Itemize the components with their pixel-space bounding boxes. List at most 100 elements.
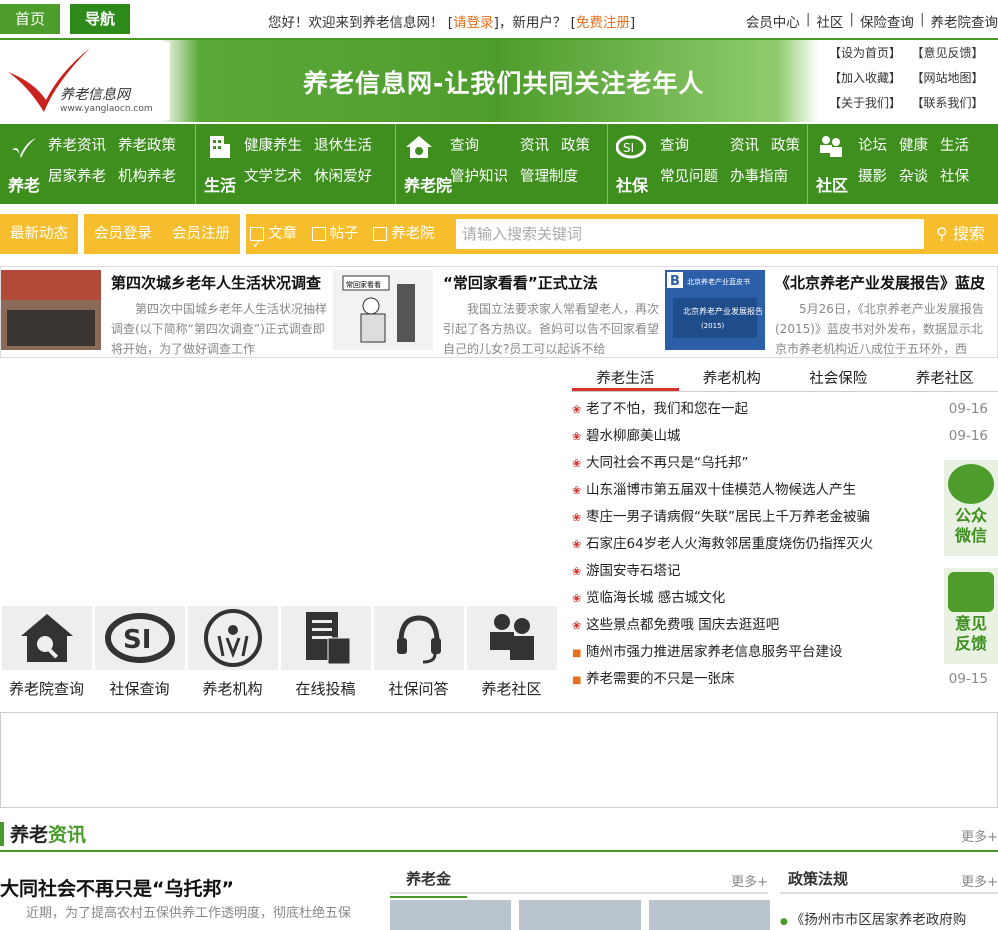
nav-link[interactable]: 养老政策 (118, 134, 176, 155)
feature-title[interactable]: 《北京养老产业发展报告》蓝皮 (775, 272, 991, 293)
nursing-home-query-link[interactable]: 养老院查询 (931, 11, 998, 31)
feature-item[interactable]: B北京养老产业蓝皮书北京养老产业发展报告(2015) 《北京养老产业发展报告》蓝… (665, 267, 997, 357)
more-link[interactable]: 更多+ (961, 826, 998, 845)
nav-link[interactable]: 政策 (561, 134, 590, 155)
feature-image[interactable]: B北京养老产业蓝皮书北京养老产业发展报告(2015) (665, 270, 765, 350)
nav-link[interactable]: 机构养老 (118, 165, 176, 186)
search-bar: 最新动态 会员登录 会员注册 文章 帖子 养老院 请输入搜索关键词 ⚲ 搜索 (0, 214, 998, 254)
nav-link[interactable]: 常见问题 (660, 165, 718, 186)
tab-community[interactable]: 养老社区 (892, 368, 998, 391)
headline-title[interactable]: 大同社会不再只是“乌托邦” (0, 874, 234, 901)
nav-link[interactable]: 健康养生 (244, 134, 302, 155)
list-item[interactable]: ❀这些景点都免费哦 国庆去逛逛吧 (572, 612, 998, 639)
tab-institutions[interactable]: 养老机构 (679, 368, 786, 391)
add-favorite-link[interactable]: 【加入收藏】 (829, 69, 912, 86)
feature-item[interactable]: 常回家看看 “常回家看看”正式立法 我国立法要求家人常看望老人，再次引起了各方热… (333, 267, 665, 357)
chat-bubble-icon (948, 572, 994, 612)
about-link[interactable]: 【关于我们】 (829, 94, 912, 111)
insurance-query-link[interactable]: 保险查询 (860, 11, 914, 31)
thumbnail[interactable] (519, 900, 640, 930)
category-nav: 养老 养老资讯 养老政策 居家养老 机构养老 生活 健康养生 退休生活 文学艺术… (0, 124, 998, 204)
nav-link[interactable]: 查询 (660, 134, 718, 155)
nav-link[interactable]: 文学艺术 (244, 165, 302, 186)
nav-link[interactable]: 政策 (771, 134, 800, 155)
sitemap-link[interactable]: 【网站地图】 (912, 69, 995, 86)
nursing-home-checkbox[interactable]: 养老院 (373, 214, 435, 254)
thumbnail[interactable] (649, 900, 770, 930)
latest-news-link[interactable]: 最新动态 (0, 214, 78, 254)
nav-link[interactable]: 退休生活 (314, 134, 372, 155)
community-link[interactable]: 社区 (816, 11, 843, 31)
register-link[interactable]: 免费注册 (576, 15, 630, 31)
nav-link[interactable]: 杂谈 (899, 165, 928, 186)
nav-link[interactable]: 休闲爱好 (314, 165, 372, 186)
nav-link[interactable]: 养老资讯 (48, 134, 106, 155)
wechat-float[interactable]: 公众微信 (944, 460, 998, 556)
service-social-security-query[interactable]: SI 社保查询 (93, 606, 186, 698)
column-title[interactable]: 养老金 (406, 868, 451, 889)
list-item[interactable]: 《扬州市市区居家养老政府购 (780, 908, 966, 928)
nav-group-title[interactable]: 社区 (816, 172, 848, 196)
feature-desc: 第四次中国城乡老年人生活状况抽样调查(以下简称“第四次调查”)正式调查即将开始，… (111, 299, 327, 359)
nav-group-title[interactable]: 社保 (616, 172, 648, 196)
pension-column: 养老金 更多+ (390, 864, 768, 894)
column-title[interactable]: 政策法规 (788, 868, 848, 889)
nav-link[interactable]: 社保 (940, 165, 969, 186)
member-register-link[interactable]: 会员注册 (162, 214, 240, 254)
nav-link[interactable]: 论坛 (858, 134, 887, 155)
nav-group-title[interactable]: 养老 (8, 172, 40, 196)
thumbnail[interactable] (390, 900, 511, 930)
login-link[interactable]: 请登录 (453, 15, 494, 31)
list-item[interactable]: ❀览临海长城 感古城文化 (572, 585, 998, 612)
search-button[interactable]: ⚲ 搜索 (928, 214, 998, 254)
nav-link[interactable]: 查询 (450, 134, 508, 155)
feature-item[interactable]: 第四次城乡老年人生活状况调查 第四次中国城乡老年人生活状况抽样调查(以下简称“第… (1, 267, 333, 357)
nav-group-title[interactable]: 生活 (204, 172, 236, 196)
nav-link[interactable]: 资讯 (520, 134, 549, 155)
list-item[interactable]: ❀石家庄64岁老人火海救邻居重度烧伤仍指挥灭火 (572, 531, 998, 558)
section-header: 养老资讯 更多+ (0, 818, 998, 852)
nav-group-title[interactable]: 养老院 (404, 172, 452, 196)
contact-link[interactable]: 【联系我们】 (912, 94, 995, 111)
set-homepage-link[interactable]: 【设为首页】 (829, 44, 912, 61)
feature-image[interactable] (1, 270, 101, 350)
list-item[interactable]: ❀枣庄一男子请病假“失联”居民上千万养老金被骗 (572, 504, 998, 531)
home-button[interactable]: 首页 (0, 4, 60, 34)
post-checkbox[interactable]: 帖子 (312, 214, 359, 254)
service-nursing-home-query[interactable]: 养老院查询 (0, 606, 93, 698)
service-community[interactable]: 养老社区 (465, 606, 558, 698)
list-item[interactable]: ■随州市强力推进居家养老信息服务平台建设 (572, 639, 998, 666)
nav-button[interactable]: 导航 (70, 4, 130, 34)
member-login-link[interactable]: 会员登录 (84, 214, 162, 254)
feedback-float[interactable]: 意见反馈 (944, 568, 998, 664)
search-input[interactable]: 请输入搜索关键词 (456, 219, 924, 249)
list-item[interactable]: ❀山东淄博市第五届双十佳模范人物候选人产生 (572, 477, 998, 504)
document-icon (281, 606, 371, 670)
feedback-link[interactable]: 【意见反馈】 (912, 44, 995, 61)
site-logo[interactable]: 养老信息网 www.yanglaocn.com (0, 42, 170, 120)
feature-title[interactable]: 第四次城乡老年人生活状况调查 (111, 272, 327, 293)
tab-social-insurance[interactable]: 社会保险 (785, 368, 892, 391)
more-link[interactable]: 更多+ (731, 871, 768, 890)
nav-link[interactable]: 摄影 (858, 165, 887, 186)
nav-link[interactable]: 健康 (899, 134, 928, 155)
nav-link[interactable]: 管理制度 (520, 165, 590, 186)
list-item[interactable]: ❀碧水柳廊美山城09-16 (572, 423, 998, 450)
list-item[interactable]: ❀游国安寺石塔记 (572, 558, 998, 585)
list-item[interactable]: ❀老了不怕，我们和您在一起09-16 (572, 396, 998, 423)
feature-title[interactable]: “常回家看看”正式立法 (443, 272, 659, 293)
service-online-submission[interactable]: 在线投稿 (279, 606, 372, 698)
tab-yanglao-life[interactable]: 养老生活 (572, 368, 679, 391)
nav-link[interactable]: 办事指南 (730, 165, 800, 186)
nav-link[interactable]: 资讯 (730, 134, 759, 155)
nav-link[interactable]: 生活 (940, 134, 969, 155)
list-item[interactable]: ❀大同社会不再只是“乌托邦” (572, 450, 998, 477)
service-qa[interactable]: 社保问答 (372, 606, 465, 698)
member-center-link[interactable]: 会员中心 (746, 11, 800, 31)
service-institutions[interactable]: 养老机构 (186, 606, 279, 698)
more-link[interactable]: 更多+ (961, 871, 998, 890)
list-item[interactable]: ■养老需要的不只是一张床09-15 (572, 666, 998, 693)
article-checkbox[interactable]: 文章 (250, 214, 297, 254)
feature-image[interactable]: 常回家看看 (333, 270, 433, 350)
nav-link[interactable]: 管护知识 (450, 165, 508, 186)
